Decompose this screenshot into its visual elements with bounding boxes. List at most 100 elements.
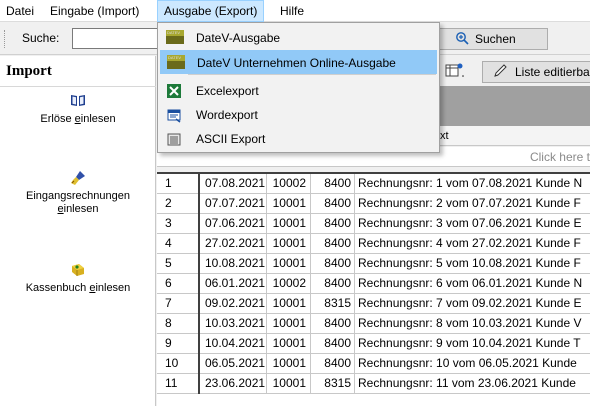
row-index-cell[interactable]: 1: [157, 174, 200, 194]
search-input[interactable]: [72, 28, 162, 49]
text-column-header[interactable]: xt: [440, 130, 449, 142]
account-number-cell[interactable]: 10001: [267, 194, 311, 214]
ausgabe-export-dropdown: DateV-Ausgabe DateV Unternehmen Online-A…: [157, 21, 440, 153]
table-row[interactable]: 9 10.04.2021 10001 8400 Rechnungsnr: 9 vom 1…: [157, 334, 590, 354]
booking-text-cell[interactable]: Rechnungsnr: 1 vom 07.08.2021 Kunde N: [355, 174, 590, 194]
booking-text-cell[interactable]: Rechnungsnr: 6 vom 06.01.2021 Kunde N: [355, 274, 590, 294]
booking-text-cell[interactable]: Rechnungsnr: 2 vom 07.07.2021 Kunde F: [355, 194, 590, 214]
account-number-cell[interactable]: 10001: [267, 254, 311, 274]
ascii-icon: [166, 131, 182, 147]
excel-icon: [166, 83, 182, 99]
date-cell[interactable]: 07.08.2021: [200, 174, 267, 194]
date-cell[interactable]: 06.05.2021: [200, 354, 267, 374]
toolbar-grip[interactable]: [4, 30, 6, 48]
account-number-cell[interactable]: 10001: [267, 214, 311, 234]
booking-text-cell[interactable]: Rechnungsnr: 8 vom 10.03.2021 Kunde V: [355, 314, 590, 334]
row-index-cell[interactable]: 8: [157, 314, 200, 334]
menuitem-datev-unternehmen-online[interactable]: DateV Unternehmen Online-Ausgabe: [160, 46, 437, 74]
revenue-account-cell[interactable]: 8400: [311, 354, 355, 374]
account-number-cell[interactable]: 10001: [267, 294, 311, 314]
revenue-account-cell[interactable]: 8400: [311, 334, 355, 354]
revenue-account-cell[interactable]: 8400: [311, 174, 355, 194]
menuitem-label: DateV Unternehmen Online-Ausgabe: [197, 56, 396, 70]
date-cell[interactable]: 09.02.2021: [200, 294, 267, 314]
account-number-cell[interactable]: 10002: [267, 174, 311, 194]
table-row[interactable]: 8 10.03.2021 10001 8400 Rechnungsnr: 8 vom 1…: [157, 314, 590, 334]
book-icon: [0, 93, 156, 109]
table-row[interactable]: 1 07.08.2021 10002 8400 Rechnungsnr: 1 vom 0…: [157, 174, 590, 194]
date-cell[interactable]: 06.01.2021: [200, 274, 267, 294]
menuitem-datev-ausgabe[interactable]: DateV-Ausgabe: [160, 21, 437, 50]
row-index-cell[interactable]: 7: [157, 294, 200, 314]
row-index-cell[interactable]: 3: [157, 214, 200, 234]
booking-text-cell[interactable]: Rechnungsnr: 5 vom 10.08.2021 Kunde F: [355, 254, 590, 274]
erloese-einlesen-entry[interactable]: Erlöse einlesen: [0, 93, 156, 126]
booking-text-cell[interactable]: Rechnungsnr: 3 vom 07.06.2021 Kunde E: [355, 214, 590, 234]
revenue-account-cell[interactable]: 8400: [311, 314, 355, 334]
revenue-account-cell[interactable]: 8400: [311, 254, 355, 274]
revenue-account-cell[interactable]: 8315: [311, 294, 355, 314]
table-row[interactable]: 3 07.06.2021 10001 8400 Rechnungsnr: 3 vom 0…: [157, 214, 590, 234]
nav-label-line1: Eingangsrechnungen: [26, 190, 130, 202]
menuitem-label: Wordexport: [196, 108, 258, 122]
menu-separator: [188, 74, 436, 75]
booking-text-cell[interactable]: Rechnungsnr: 4 vom 27.02.2021 Kunde F: [355, 234, 590, 254]
date-cell[interactable]: 27.02.2021: [200, 234, 267, 254]
datev-icon: [167, 46, 185, 71]
table-settings-icon[interactable]: [445, 62, 465, 81]
booking-text-cell[interactable]: Rechnungsnr: 11 vom 23.06.2021 Kunde: [355, 374, 590, 394]
menu-hilfe[interactable]: Hilfe: [274, 0, 310, 22]
search-plus-icon: [455, 31, 469, 48]
revenue-account-cell[interactable]: 8315: [311, 374, 355, 394]
account-number-cell[interactable]: 10001: [267, 314, 311, 334]
date-cell[interactable]: 23.06.2021: [200, 374, 267, 394]
account-number-cell[interactable]: 10001: [267, 234, 311, 254]
row-index-cell[interactable]: 4: [157, 234, 200, 254]
row-index-cell[interactable]: 6: [157, 274, 200, 294]
revenue-account-cell[interactable]: 8400: [311, 214, 355, 234]
table-row[interactable]: 5 10.08.2021 10001 8400 Rechnungsnr: 5 vom 1…: [157, 254, 590, 274]
pencil-icon: [493, 63, 509, 81]
menuitem-excelexport[interactable]: Excelexport: [160, 79, 437, 103]
menubar: Datei Eingabe (Import) Ausgabe (Export) …: [0, 0, 590, 22]
menu-datei[interactable]: Datei: [0, 0, 40, 22]
date-cell[interactable]: 10.03.2021: [200, 314, 267, 334]
booking-text-cell[interactable]: Rechnungsnr: 7 vom 09.02.2021 Kunde E: [355, 294, 590, 314]
account-number-cell[interactable]: 10002: [267, 274, 311, 294]
nav-label-part: se: [59, 113, 75, 125]
date-cell[interactable]: 10.04.2021: [200, 334, 267, 354]
row-index-cell[interactable]: 9: [157, 334, 200, 354]
kassenbuch-einlesen-entry[interactable]: Kassenbuch einlesen: [0, 262, 156, 295]
row-index-cell[interactable]: 10: [157, 354, 200, 374]
row-index-cell[interactable]: 11: [157, 374, 200, 394]
account-number-cell[interactable]: 10001: [267, 374, 311, 394]
import-panel: Import Erlöse einlesen Eingangsrechnunge…: [0, 56, 156, 406]
date-cell[interactable]: 07.06.2021: [200, 214, 267, 234]
booking-text-cell[interactable]: Rechnungsnr: 9 vom 10.04.2021 Kunde T: [355, 334, 590, 354]
eingangsrechnungen-einlesen-entry[interactable]: Eingangsrechnungen einlesen: [0, 170, 156, 216]
account-number-cell[interactable]: 10001: [267, 354, 311, 374]
table-row[interactable]: 6 06.01.2021 10002 8400 Rechnungsnr: 6 vom 0…: [157, 274, 590, 294]
menuitem-ascii-export[interactable]: ASCII Export: [160, 127, 437, 151]
liste-editierbar-button[interactable]: Liste editierbar: [482, 61, 590, 83]
menuitem-label: Excelexport: [196, 84, 259, 98]
date-cell[interactable]: 10.08.2021: [200, 254, 267, 274]
row-index-cell[interactable]: 5: [157, 254, 200, 274]
revenue-account-cell[interactable]: 8400: [311, 194, 355, 214]
booking-text-cell[interactable]: Rechnungsnr: 10 vom 06.05.2021 Kunde: [355, 354, 590, 374]
date-cell[interactable]: 07.07.2021: [200, 194, 267, 214]
revenue-account-cell[interactable]: 8400: [311, 274, 355, 294]
search-button[interactable]: Suchen: [436, 28, 548, 50]
table-row[interactable]: 4 27.02.2021 10001 8400 Rechnungsnr: 4 vom 2…: [157, 234, 590, 254]
revenue-account-cell[interactable]: 8400: [311, 234, 355, 254]
import-panel-title: Import: [6, 63, 52, 79]
account-number-cell[interactable]: 10001: [267, 334, 311, 354]
row-index-cell[interactable]: 2: [157, 194, 200, 214]
table-row[interactable]: 7 09.02.2021 10001 8315 Rechnungsnr: 7 vom 0…: [157, 294, 590, 314]
table-row[interactable]: 11 23.06.2021 10001 8315 Rechnungsnr: 11 vom…: [157, 374, 590, 394]
table-row[interactable]: 10 06.05.2021 10001 8400 Rechnungsnr: 10 vom…: [157, 354, 590, 374]
table-row[interactable]: 2 07.07.2021 10001 8400 Rechnungsnr: 2 vom 0…: [157, 194, 590, 214]
menu-eingabe-import[interactable]: Eingabe (Import): [44, 0, 145, 22]
menu-ausgabe-export[interactable]: Ausgabe (Export): [157, 0, 265, 22]
menuitem-wordexport[interactable]: Wordexport: [160, 103, 437, 127]
